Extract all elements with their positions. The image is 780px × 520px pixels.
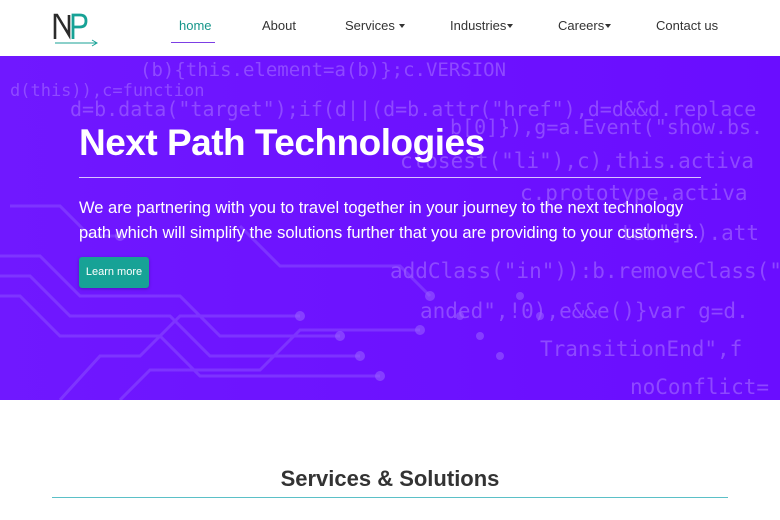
hero-description: We are partnering with you to travel tog… (79, 199, 699, 242)
nav-industries[interactable]: Industries (450, 18, 514, 33)
bg-code-line: noConflict= (630, 375, 769, 399)
active-nav-underline (171, 42, 215, 43)
chevron-down-icon (398, 23, 405, 28)
bg-code-line: anded",!0),e&&e()}var g=d. (420, 299, 749, 323)
nav-home[interactable]: home (179, 18, 212, 33)
nav-about[interactable]: About (262, 18, 296, 33)
nav-services-label: Services (345, 18, 395, 33)
hero-title: Next Path Technologies (79, 122, 485, 163)
services-section-title: Services & Solutions (280, 466, 500, 491)
bg-code-line: b[0]}),g=a.Event("show.bs. (450, 115, 763, 139)
nav-contact-label: Contact us (656, 18, 719, 33)
nav-about-label: About (262, 18, 296, 33)
main-nav: home About Services Industries Careers C… (0, 0, 780, 56)
nav-careers-label: Careers (558, 18, 605, 33)
hero-banner: (b){this.element=a(b)};c.VERSION d(this)… (0, 56, 780, 400)
nav-industries-label: Industries (450, 18, 507, 33)
nav-contact[interactable]: Contact us (656, 18, 718, 33)
services-divider (52, 497, 728, 498)
bg-code-line: addClass("in")):b.removeClass("f (390, 259, 780, 283)
nav-services[interactable]: Services (345, 18, 405, 33)
nav-careers[interactable]: Careers (558, 18, 612, 33)
chevron-down-icon (507, 23, 514, 28)
site-header: home About Services Industries Careers C… (0, 0, 780, 56)
bg-code-line: TransitionEnd",f (540, 337, 742, 361)
learn-more-button[interactable]: Learn more (79, 257, 149, 288)
hero-divider (79, 177, 701, 178)
chevron-down-icon (605, 23, 612, 28)
bg-code-line: (b){this.element=a(b)};c.VERSION (140, 59, 506, 81)
nav-home-label: home (179, 18, 212, 33)
